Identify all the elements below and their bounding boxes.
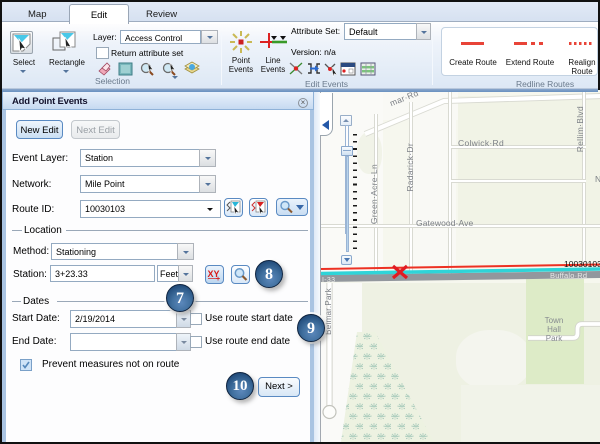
svg-text:+: + (216, 276, 220, 283)
